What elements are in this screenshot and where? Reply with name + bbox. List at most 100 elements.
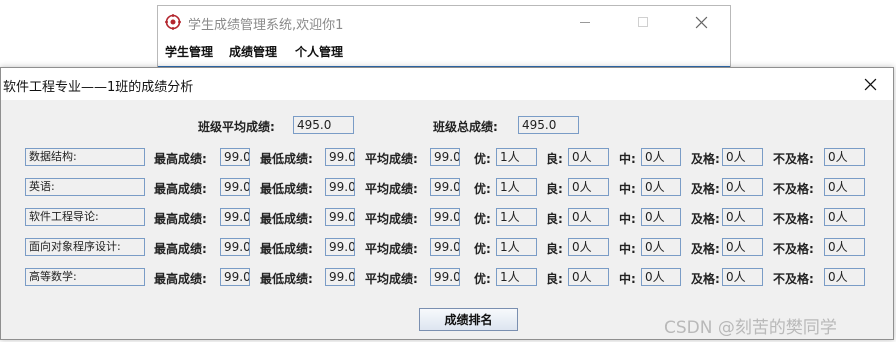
pass-field[interactable]: 0人: [722, 178, 763, 196]
class-average-field[interactable]: 495.0: [293, 116, 354, 134]
pass-field[interactable]: 0人: [722, 148, 763, 166]
medium-field[interactable]: 0人: [641, 208, 681, 226]
course-name-field[interactable]: 面向对象程序设计:: [25, 238, 145, 256]
menu-score-management[interactable]: 成绩管理: [229, 43, 277, 60]
excellent-field[interactable]: 1人: [496, 208, 537, 226]
excellent-label: 优:: [474, 152, 491, 166]
course-name-field[interactable]: 英语:: [25, 178, 145, 196]
course-name-field[interactable]: 高等数学:: [25, 268, 145, 286]
medium-label: 中:: [619, 152, 636, 166]
good-label: 良:: [546, 242, 563, 256]
pass-label: 及格:: [691, 272, 720, 286]
avg-field[interactable]: 99.0: [430, 178, 460, 196]
main-window-title: 学生成绩管理系统,欢迎你1: [188, 18, 344, 33]
rank-button[interactable]: 成绩排名: [419, 308, 518, 331]
fail-label: 不及格:: [773, 212, 814, 226]
dialog-titlebar: 软件工程专业——1班的成绩分析: [1, 68, 893, 100]
excellent-field[interactable]: 1人: [496, 238, 537, 256]
minimize-button[interactable]: [562, 6, 608, 38]
good-label: 良:: [546, 272, 563, 286]
min-field[interactable]: 99.0: [325, 208, 355, 226]
excellent-label: 优:: [474, 182, 491, 196]
good-field[interactable]: 0人: [568, 268, 609, 286]
excellent-field[interactable]: 1人: [496, 268, 537, 286]
min-label: 最低成绩:: [260, 152, 313, 166]
pass-label: 及格:: [691, 212, 720, 226]
medium-field[interactable]: 0人: [641, 268, 681, 286]
excellent-label: 优:: [474, 272, 491, 286]
max-label: 最高成绩:: [154, 152, 207, 166]
fail-label: 不及格:: [773, 272, 814, 286]
avg-field[interactable]: 99.0: [430, 148, 460, 166]
avg-field[interactable]: 99.0: [430, 268, 460, 286]
min-label: 最低成绩:: [260, 182, 313, 196]
max-label: 最高成绩:: [154, 212, 207, 226]
pass-label: 及格:: [691, 182, 720, 196]
avg-label: 平均成绩:: [365, 182, 418, 196]
max-field[interactable]: 99.0: [220, 238, 250, 256]
fail-field[interactable]: 0人: [824, 208, 865, 226]
close-icon: [864, 78, 876, 90]
min-field[interactable]: 99.0: [325, 178, 355, 196]
min-field[interactable]: 99.0: [325, 148, 355, 166]
close-icon: [695, 16, 707, 28]
fail-label: 不及格:: [773, 242, 814, 256]
max-label: 最高成绩:: [154, 272, 207, 286]
max-field[interactable]: 99.0: [220, 208, 250, 226]
good-field[interactable]: 0人: [568, 238, 609, 256]
class-total-label: 班级总成绩:: [433, 120, 498, 134]
main-window: 学生成绩管理系统,欢迎你1 学生管理 成绩管理 个人管理: [157, 5, 731, 71]
pass-field[interactable]: 0人: [722, 238, 763, 256]
pass-field[interactable]: 0人: [722, 208, 763, 226]
medium-label: 中:: [619, 272, 636, 286]
avg-label: 平均成绩:: [365, 242, 418, 256]
medium-field[interactable]: 0人: [641, 148, 681, 166]
max-field[interactable]: 99.0: [220, 178, 250, 196]
course-name-field[interactable]: 数据结构:: [25, 148, 145, 166]
medium-label: 中:: [619, 242, 636, 256]
dialog-title: 软件工程专业——1班的成绩分析: [3, 80, 194, 95]
max-label: 最高成绩:: [154, 242, 207, 256]
avg-field[interactable]: 99.0: [430, 238, 460, 256]
fail-field[interactable]: 0人: [824, 178, 865, 196]
fail-label: 不及格:: [773, 182, 814, 196]
avg-label: 平均成绩:: [365, 152, 418, 166]
fail-field[interactable]: 0人: [824, 148, 865, 166]
medium-field[interactable]: 0人: [641, 178, 681, 196]
class-total-field[interactable]: 495.0: [518, 116, 579, 134]
pass-label: 及格:: [691, 242, 720, 256]
course-name-field[interactable]: 软件工程导论:: [25, 208, 145, 226]
min-label: 最低成绩:: [260, 212, 313, 226]
menubar: 学生管理 成绩管理 个人管理: [158, 38, 730, 66]
excellent-label: 优:: [474, 212, 491, 226]
excellent-field[interactable]: 1人: [496, 148, 537, 166]
max-field[interactable]: 99.0: [220, 148, 250, 166]
avg-label: 平均成绩:: [365, 272, 418, 286]
max-field[interactable]: 99.0: [220, 268, 250, 286]
app-logo-icon: [165, 14, 181, 30]
good-field[interactable]: 0人: [568, 148, 609, 166]
fail-field[interactable]: 0人: [824, 268, 865, 286]
min-label: 最低成绩:: [260, 272, 313, 286]
class-average-label: 班级平均成绩:: [198, 120, 275, 134]
pass-field[interactable]: 0人: [722, 268, 763, 286]
good-label: 良:: [546, 212, 563, 226]
good-field[interactable]: 0人: [568, 208, 609, 226]
avg-label: 平均成绩:: [365, 212, 418, 226]
maximize-button[interactable]: [620, 6, 666, 38]
menu-personal-management[interactable]: 个人管理: [295, 43, 343, 60]
dialog-close-button[interactable]: [847, 68, 893, 100]
fail-field[interactable]: 0人: [824, 238, 865, 256]
good-label: 良:: [546, 152, 563, 166]
min-field[interactable]: 99.0: [325, 238, 355, 256]
menu-student-management[interactable]: 学生管理: [165, 43, 213, 60]
medium-field[interactable]: 0人: [641, 238, 681, 256]
good-label: 良:: [546, 182, 563, 196]
excellent-field[interactable]: 1人: [496, 178, 537, 196]
good-field[interactable]: 0人: [568, 178, 609, 196]
avg-field[interactable]: 99.0: [430, 208, 460, 226]
fail-label: 不及格:: [773, 152, 814, 166]
min-field[interactable]: 99.0: [325, 268, 355, 286]
medium-label: 中:: [619, 182, 636, 196]
main-close-button[interactable]: [678, 6, 724, 38]
